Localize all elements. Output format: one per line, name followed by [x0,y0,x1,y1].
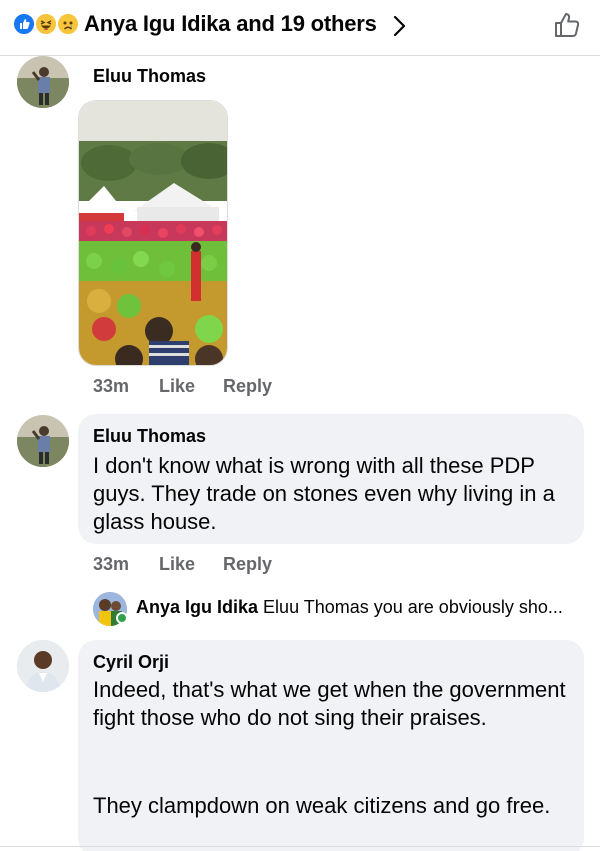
like-button[interactable]: Like [159,554,195,575]
like-reaction-icon [12,12,36,36]
avatar[interactable] [17,56,69,108]
thumbs-up-outline-icon[interactable] [552,10,582,40]
reply-button[interactable]: Reply [223,554,272,575]
comment-author[interactable]: Eluu Thomas [93,426,206,447]
reply-preview[interactable]: Anya Igu Idika Eluu Thomas you are obvio… [136,597,563,618]
avatar[interactable] [17,415,69,467]
reply-author[interactable]: Anya Igu Idika [136,597,258,617]
reply-text: Eluu Thomas you are obviously sho... [263,597,563,617]
comment-text: They clampdown on weak citizens and go f… [93,793,551,818]
avatar[interactable] [17,640,69,692]
reactions-summary-label[interactable]: Anya Igu Idika and 19 others [84,11,377,37]
comment-text: Indeed, that's what we get when the gove… [93,677,566,730]
reactions-header: Anya Igu Idika and 19 others [0,0,600,56]
comment-time: 33m [93,376,130,396]
comment-photo[interactable] [78,100,228,366]
comment-bubble[interactable]: Eluu Thomas I don't know what is wrong w… [78,414,584,544]
sad-reaction-icon [56,12,80,36]
comment-author[interactable]: Cyril Orji [93,652,169,673]
reaction-summary[interactable] [12,12,82,36]
like-button[interactable]: Like [159,376,195,397]
reply-button[interactable]: Reply [223,376,272,397]
comment-text: I don't know what is wrong with all thes… [93,453,555,534]
divider [0,846,600,847]
comment-author[interactable]: Eluu Thomas [93,66,206,87]
haha-reaction-icon [34,12,58,36]
comment-bubble[interactable]: Cyril Orji Indeed, that's what we get wh… [78,640,584,851]
comment-time: 33m [93,554,130,574]
chevron-right-icon[interactable] [390,12,410,40]
online-status-dot [116,612,128,624]
